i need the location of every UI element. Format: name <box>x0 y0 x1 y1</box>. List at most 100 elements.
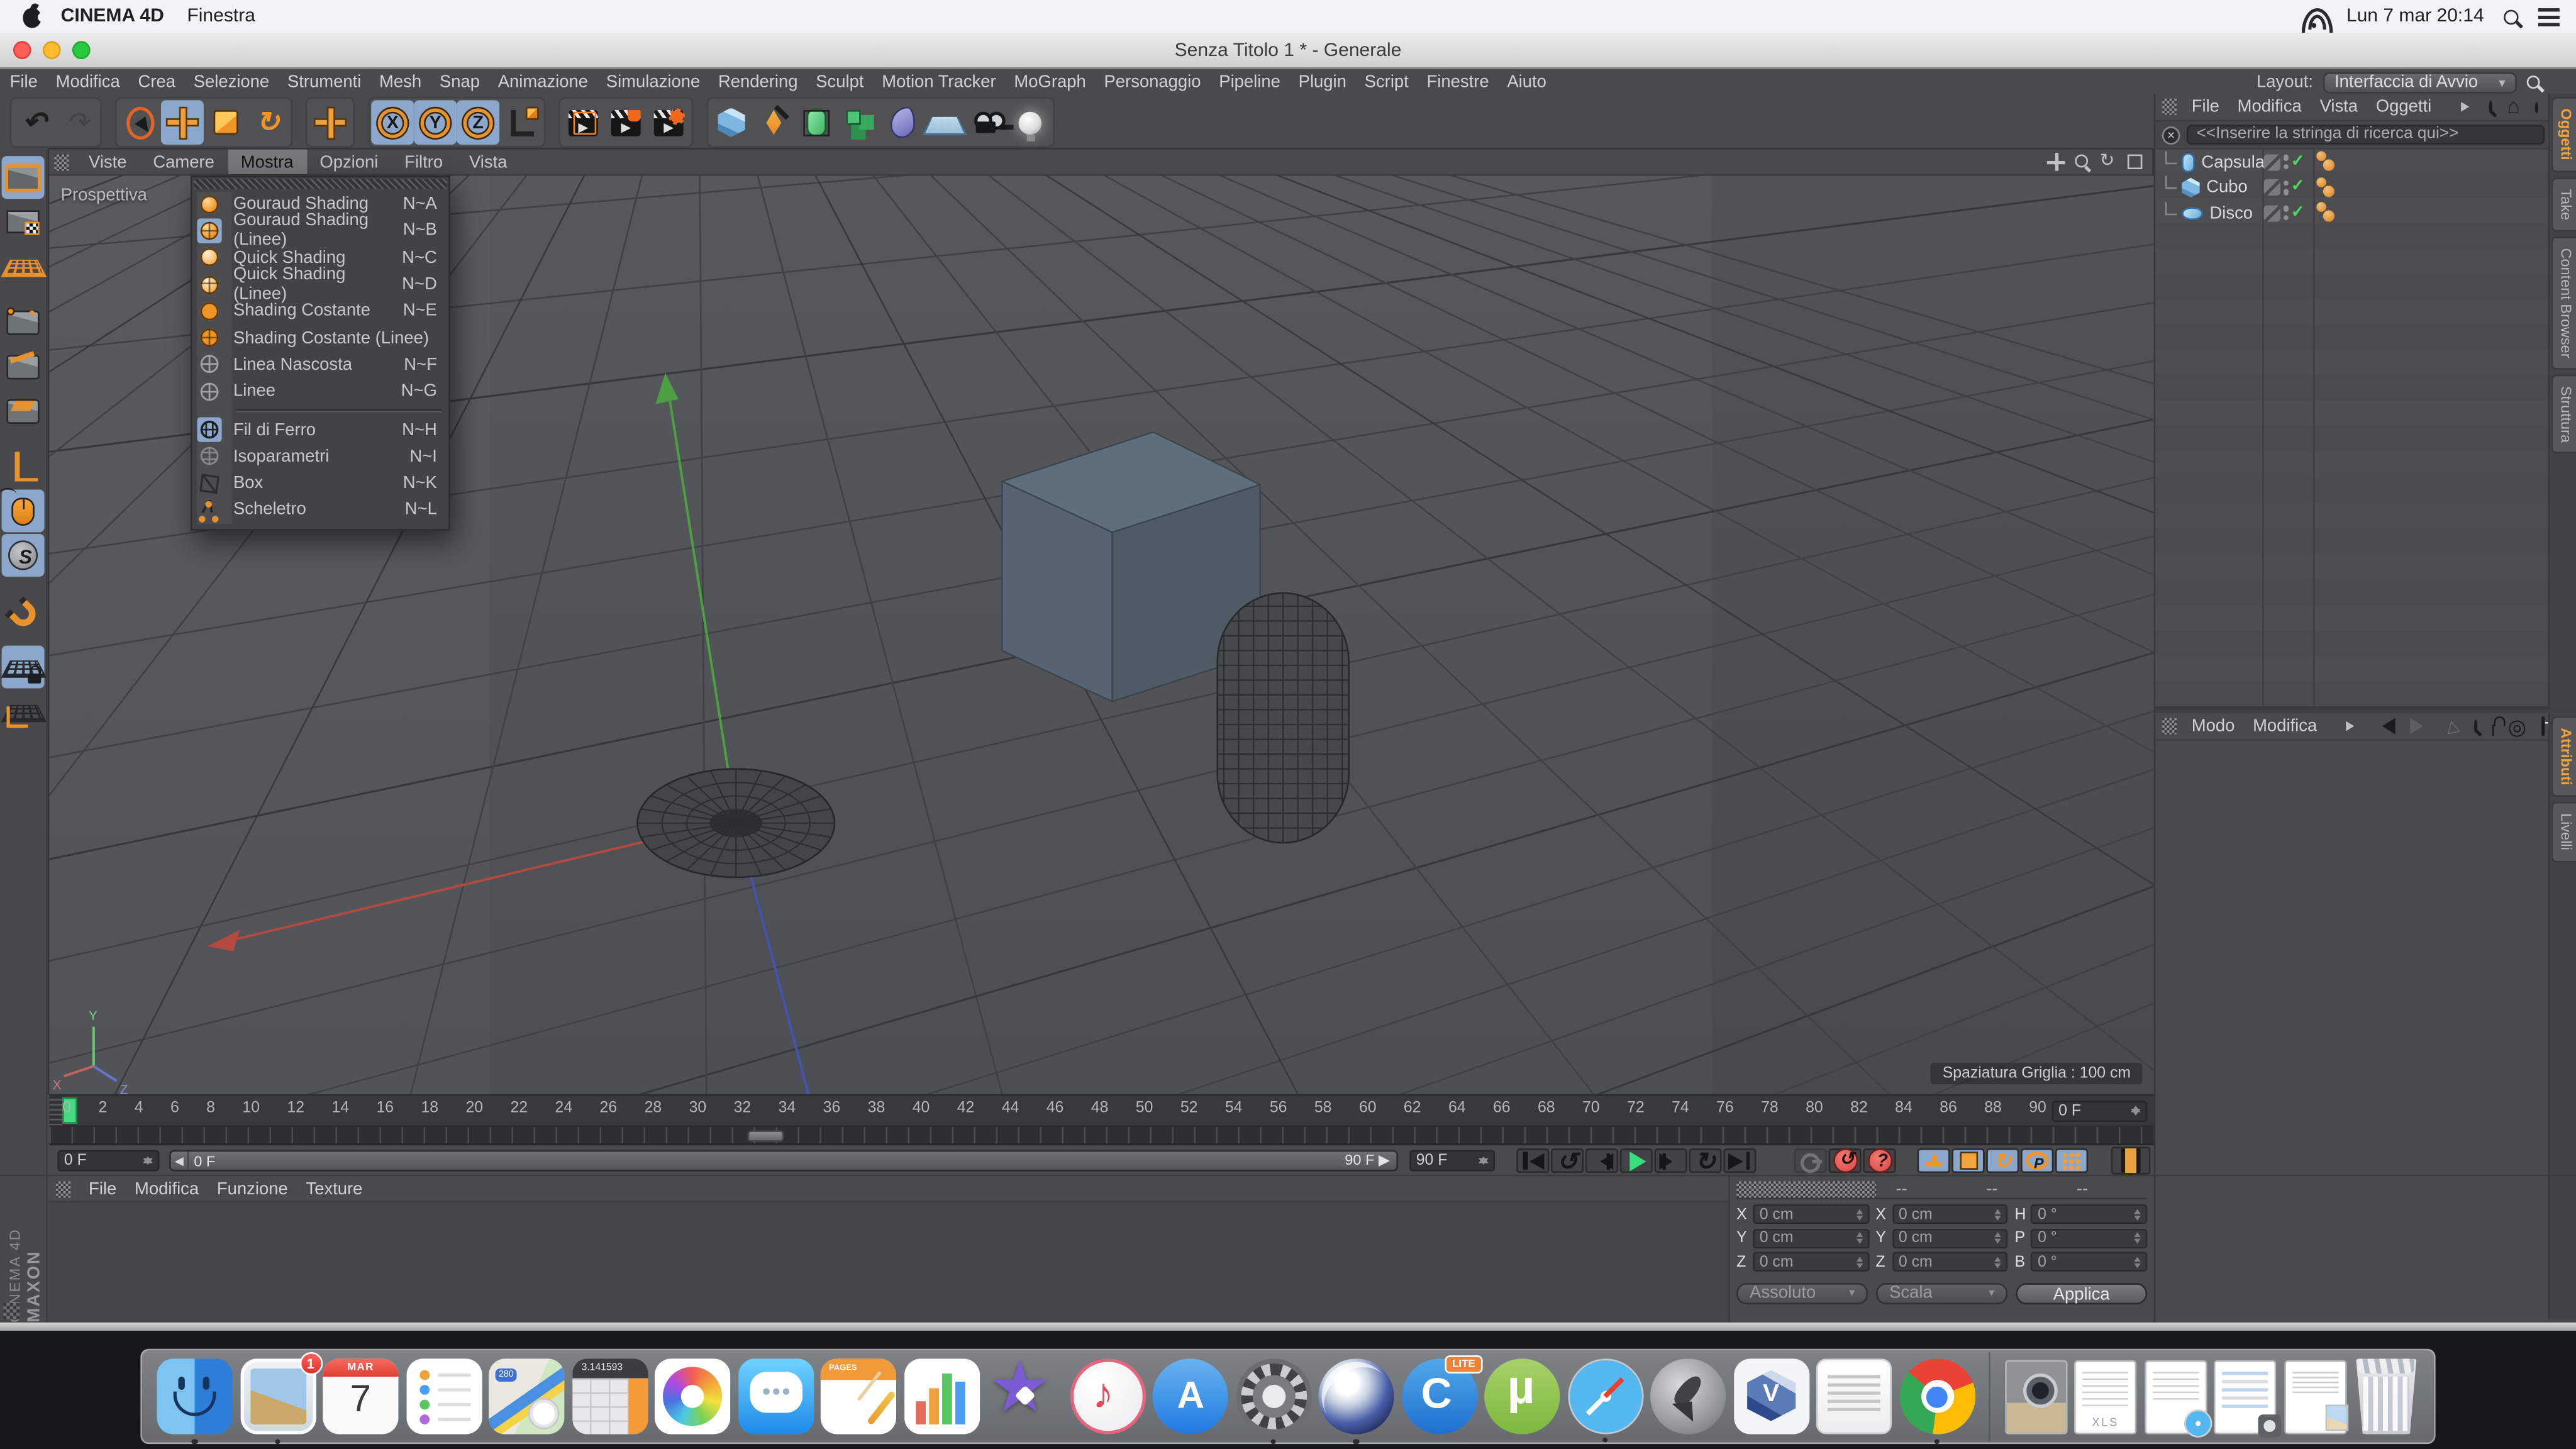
previous-key-button[interactable] <box>1551 1148 1584 1173</box>
dock-icon-photos[interactable] <box>655 1358 730 1434</box>
dock-icon-trash[interactable] <box>2353 1358 2419 1434</box>
object-row-cubo[interactable]: Cubo ✓ <box>2155 175 2576 200</box>
panel-grip-icon[interactable] <box>2162 99 2177 115</box>
menu-item-isoparametri[interactable]: Isoparametri N~I <box>192 443 449 470</box>
render-settings-button[interactable] <box>647 100 690 145</box>
object-row-capsula[interactable]: Capsula ✓ <box>2155 150 2576 175</box>
object-tag-dots-icon[interactable] <box>2316 152 2340 173</box>
slider-left-cap-icon[interactable]: ◀ <box>171 1152 189 1170</box>
add-camera-button[interactable] <box>966 100 1009 145</box>
pan-view-icon[interactable] <box>2047 153 2065 171</box>
app-menu-crea[interactable]: Crea <box>138 72 175 91</box>
viewport-menu-filtro[interactable]: Filtro <box>391 150 456 174</box>
dock-minimized-safari-window[interactable] <box>2144 1360 2206 1434</box>
timeline-scrollbar-thumb[interactable] <box>748 1130 784 1141</box>
add-deformer-button[interactable] <box>880 100 923 145</box>
app-menu-simulazione[interactable]: Simulazione <box>606 72 700 91</box>
app-menu-sculpt[interactable]: Sculpt <box>816 72 863 91</box>
window-bottom-edge[interactable] <box>0 1323 2576 1331</box>
frame-slider[interactable]: ◀ 0 F 90 F ▶ <box>169 1150 1398 1172</box>
dock-icon-imovie[interactable] <box>987 1358 1062 1434</box>
rotation-field[interactable]: 0 ° <box>2031 1252 2148 1272</box>
points-mode-button[interactable] <box>2 301 45 343</box>
menu-tearoff-strip[interactable] <box>194 179 447 189</box>
dock-icon-maps[interactable]: 280 <box>489 1358 564 1434</box>
app-menu-pipeline[interactable]: Pipeline <box>1219 72 1280 91</box>
am-search-icon[interactable] <box>2474 719 2478 733</box>
coords-header-position[interactable]: -- <box>1876 1179 1967 1198</box>
position-field[interactable]: 0 cm <box>1753 1252 1869 1272</box>
scale-field[interactable]: 0 cm <box>1892 1228 2008 1248</box>
layer-toggle-icon[interactable] <box>2264 154 2280 170</box>
app-menu-animazione[interactable]: Animazione <box>498 72 588 91</box>
camera-view-label[interactable]: Prospettiva <box>61 186 147 205</box>
am-menu-modo[interactable]: Modo <box>2192 716 2235 736</box>
model-mode-button[interactable] <box>2 156 45 199</box>
app-menu-plugin[interactable]: Plugin <box>1299 72 1346 91</box>
move-tool-button[interactable] <box>161 100 204 145</box>
key-pla-button[interactable] <box>2055 1148 2088 1173</box>
menu-item-scheletro[interactable]: Scheletro N~L <box>192 497 449 524</box>
menu-item-linea-nascosta[interactable]: Linea Nascosta N~F <box>192 351 449 378</box>
dock-icon-pages[interactable]: PAGES <box>821 1358 896 1434</box>
menu-item-box[interactable]: Box N~K <box>192 470 449 497</box>
menu-item-gouraud-shading-linee[interactable]: Gouraud Shading (Linee) N~B <box>192 218 449 245</box>
dock-icon-mail[interactable]: 1 <box>240 1358 315 1434</box>
app-menu-file[interactable]: File <box>10 72 38 91</box>
am-menu-modifica[interactable]: Modifica <box>2253 716 2317 736</box>
mat-menu-funzione[interactable]: Funzione <box>217 1179 288 1198</box>
dock-icon-chrome[interactable] <box>1899 1358 1975 1434</box>
previous-frame-button[interactable] <box>1585 1148 1618 1173</box>
edges-mode-button[interactable] <box>2 345 45 388</box>
viewport-menu-opzioni[interactable]: Opzioni <box>306 150 391 174</box>
app-menu-selezione[interactable]: Selezione <box>194 72 269 91</box>
layout-dropdown[interactable]: Interfaccia di Avvio▾ <box>2323 72 2517 93</box>
menu-item-shading-costante[interactable]: Shading Costante N~E <box>192 297 449 325</box>
dock-icon-launchpad[interactable] <box>1650 1358 1726 1434</box>
record-keyframe-button[interactable] <box>1794 1148 1827 1173</box>
autokeying-button[interactable] <box>1828 1148 1861 1173</box>
window-corner-grip[interactable] <box>3 1303 19 1319</box>
add-mograph-cloner-button[interactable] <box>838 100 880 145</box>
tweak-mode-button[interactable] <box>2 489 45 532</box>
clear-search-icon[interactable]: × <box>2162 126 2180 144</box>
texture-mode-button[interactable] <box>2 201 45 243</box>
panel-grip-icon[interactable] <box>56 1180 71 1197</box>
menu-item-linee[interactable]: Linee N~G <box>192 378 449 405</box>
key-scale-button[interactable] <box>1951 1148 1984 1173</box>
tab-struttura[interactable]: Struttura <box>2551 374 2576 453</box>
object-search-input[interactable]: <<Inserire la stringa di ricerca qui>> <box>2187 125 2545 145</box>
dock-icon-app-store[interactable] <box>1152 1358 1228 1434</box>
om-menu-modifica[interactable]: Modifica <box>2238 97 2302 116</box>
workplane-lock-button[interactable] <box>2 646 45 689</box>
current-frame-field[interactable]: 0 F <box>57 1150 159 1172</box>
apply-button[interactable]: Applica <box>2016 1282 2147 1304</box>
om-home-icon[interactable]: ⌂ <box>2507 99 2520 115</box>
workplane-mode-button[interactable] <box>2 245 45 287</box>
menubar-clock[interactable]: Lun 7 mar 20:14 <box>2346 6 2484 26</box>
timeline-film-button[interactable] <box>2111 1146 2151 1174</box>
coords-header-rotation[interactable]: -- <box>2057 1179 2148 1198</box>
visibility-dots-icon[interactable] <box>2283 206 2289 221</box>
dock-icon-cinema-4d[interactable] <box>1318 1358 1394 1434</box>
tab-attributi[interactable]: Attributi <box>2551 716 2576 797</box>
lock-z-axis-button[interactable]: Z <box>457 100 499 145</box>
scale-field[interactable]: 0 cm <box>1892 1252 2008 1272</box>
tree-branch-icon[interactable] <box>2165 176 2177 189</box>
tab-livelli[interactable]: Livelli <box>2551 802 2576 862</box>
dock-icon-numbers[interactable] <box>904 1358 979 1434</box>
panel-grip-icon[interactable] <box>54 153 69 170</box>
layer-toggle-icon[interactable] <box>2264 179 2280 196</box>
dock-minimized-chat-window[interactable] <box>2214 1360 2276 1434</box>
dock-xls-document[interactable]: XLS <box>2074 1360 2136 1434</box>
app-menu-snap[interactable]: Snap <box>440 72 480 91</box>
om-menu-file[interactable]: File <box>2192 97 2219 116</box>
menubar-app-name[interactable]: CINEMA 4D <box>61 6 164 26</box>
tree-branch-icon[interactable] <box>2165 151 2177 164</box>
position-field[interactable]: 0 cm <box>1753 1204 1869 1224</box>
dock-icon-safari[interactable] <box>1567 1358 1643 1434</box>
menu-item-shading-costante-linee[interactable]: Shading Costante (Linee) <box>192 325 449 352</box>
rotate-view-icon[interactable] <box>2099 153 2118 171</box>
rotation-field[interactable]: 0 ° <box>2031 1204 2148 1224</box>
om-menu-oggetti[interactable]: Oggetti <box>2376 97 2431 116</box>
